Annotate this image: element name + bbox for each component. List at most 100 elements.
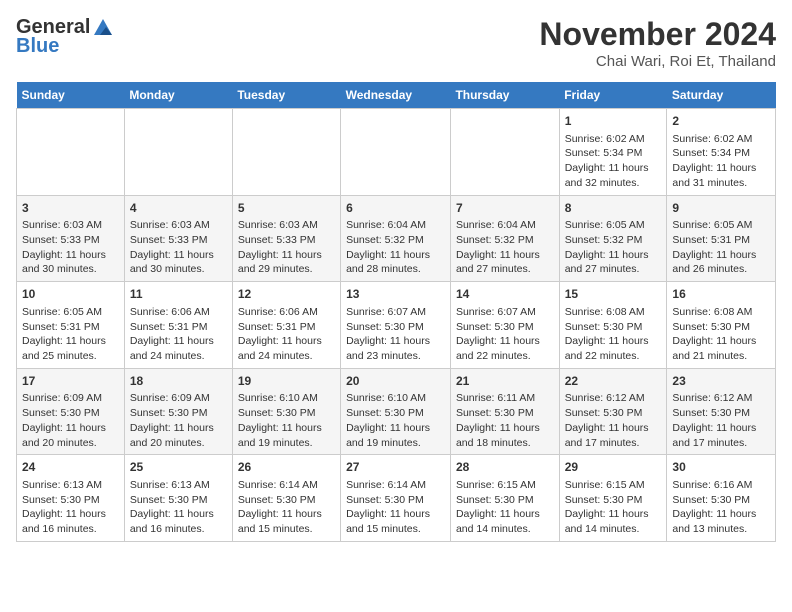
calendar-cell: 29 Sunrise: 6:15 AM Sunset: 5:30 PM Dayli… <box>559 455 667 542</box>
day-number: 30 <box>672 459 770 476</box>
calendar-body: 1 Sunrise: 6:02 AM Sunset: 5:34 PM Daylig… <box>17 109 776 542</box>
day-info: Sunrise: 6:12 AM Sunset: 5:30 PM Dayligh… <box>565 392 649 448</box>
day-info: Sunrise: 6:05 AM Sunset: 5:31 PM Dayligh… <box>22 306 106 362</box>
day-number: 17 <box>22 373 119 390</box>
day-info: Sunrise: 6:15 AM Sunset: 5:30 PM Dayligh… <box>565 479 649 535</box>
day-info: Sunrise: 6:02 AM Sunset: 5:34 PM Dayligh… <box>565 133 649 189</box>
title-block: November 2024 Chai Wari, Roi Et, Thailan… <box>539 16 776 70</box>
calendar-week-row: 24 Sunrise: 6:13 AM Sunset: 5:30 PM Dayli… <box>17 455 776 542</box>
day-info: Sunrise: 6:04 AM Sunset: 5:32 PM Dayligh… <box>346 219 430 275</box>
calendar-cell: 1 Sunrise: 6:02 AM Sunset: 5:34 PM Daylig… <box>559 109 667 196</box>
day-number: 5 <box>238 200 335 217</box>
day-info: Sunrise: 6:05 AM Sunset: 5:31 PM Dayligh… <box>672 219 756 275</box>
day-number: 27 <box>346 459 445 476</box>
calendar-header: SundayMondayTuesdayWednesdayThursdayFrid… <box>17 82 776 109</box>
calendar-cell <box>341 109 451 196</box>
calendar-week-row: 10 Sunrise: 6:05 AM Sunset: 5:31 PM Dayli… <box>17 282 776 369</box>
day-number: 24 <box>22 459 119 476</box>
day-info: Sunrise: 6:03 AM Sunset: 5:33 PM Dayligh… <box>130 219 214 275</box>
day-number: 10 <box>22 286 119 303</box>
calendar-cell: 6 Sunrise: 6:04 AM Sunset: 5:32 PM Daylig… <box>341 195 451 282</box>
day-info: Sunrise: 6:02 AM Sunset: 5:34 PM Dayligh… <box>672 133 756 189</box>
day-info: Sunrise: 6:08 AM Sunset: 5:30 PM Dayligh… <box>565 306 649 362</box>
day-number: 19 <box>238 373 335 390</box>
weekday-header: Wednesday <box>341 82 451 109</box>
calendar-cell: 21 Sunrise: 6:11 AM Sunset: 5:30 PM Dayli… <box>450 368 559 455</box>
logo-icon <box>92 17 114 39</box>
day-number: 1 <box>565 113 662 130</box>
calendar-cell: 4 Sunrise: 6:03 AM Sunset: 5:33 PM Daylig… <box>124 195 232 282</box>
day-number: 16 <box>672 286 770 303</box>
day-number: 14 <box>456 286 554 303</box>
calendar-cell <box>124 109 232 196</box>
day-info: Sunrise: 6:10 AM Sunset: 5:30 PM Dayligh… <box>346 392 430 448</box>
calendar-cell: 18Sunrise: 6:09 AM Sunset: 5:30 PM Dayli… <box>124 368 232 455</box>
day-info: Sunrise: 6:10 AM Sunset: 5:30 PM Dayligh… <box>238 392 322 448</box>
calendar-cell: 15 Sunrise: 6:08 AM Sunset: 5:30 PM Dayli… <box>559 282 667 369</box>
day-number: 21 <box>456 373 554 390</box>
day-number: 18 <box>130 373 227 390</box>
calendar-cell: 27 Sunrise: 6:14 AM Sunset: 5:30 PM Dayli… <box>341 455 451 542</box>
calendar-cell: 2 Sunrise: 6:02 AM Sunset: 5:34 PM Daylig… <box>667 109 776 196</box>
day-number: 3 <box>22 200 119 217</box>
calendar-cell: 20 Sunrise: 6:10 AM Sunset: 5:30 PM Dayli… <box>341 368 451 455</box>
day-number: 28 <box>456 459 554 476</box>
day-info: Sunrise: 6:13 AM Sunset: 5:30 PM Dayligh… <box>130 479 214 535</box>
day-info: Sunrise: 6:06 AM Sunset: 5:31 PM Dayligh… <box>238 306 322 362</box>
calendar-cell: 14 Sunrise: 6:07 AM Sunset: 5:30 PM Dayli… <box>450 282 559 369</box>
weekday-header: Thursday <box>450 82 559 109</box>
weekday-header: Sunday <box>17 82 125 109</box>
calendar-cell: 28 Sunrise: 6:15 AM Sunset: 5:30 PM Dayli… <box>450 455 559 542</box>
day-info: Sunrise: 6:04 AM Sunset: 5:32 PM Dayligh… <box>456 219 540 275</box>
page-header: General Blue November 2024 Chai Wari, Ro… <box>16 16 776 70</box>
calendar-cell: 9Sunrise: 6:05 AM Sunset: 5:31 PM Daylig… <box>667 195 776 282</box>
calendar-table: SundayMondayTuesdayWednesdayThursdayFrid… <box>16 82 776 542</box>
day-info: Sunrise: 6:11 AM Sunset: 5:30 PM Dayligh… <box>456 392 540 448</box>
day-info: Sunrise: 6:07 AM Sunset: 5:30 PM Dayligh… <box>456 306 540 362</box>
day-info: Sunrise: 6:15 AM Sunset: 5:30 PM Dayligh… <box>456 479 540 535</box>
calendar-cell: 17Sunrise: 6:09 AM Sunset: 5:30 PM Dayli… <box>17 368 125 455</box>
calendar-cell: 7Sunrise: 6:04 AM Sunset: 5:32 PM Daylig… <box>450 195 559 282</box>
calendar-cell: 25 Sunrise: 6:13 AM Sunset: 5:30 PM Dayli… <box>124 455 232 542</box>
day-info: Sunrise: 6:13 AM Sunset: 5:30 PM Dayligh… <box>22 479 106 535</box>
calendar-week-row: 3 Sunrise: 6:03 AM Sunset: 5:33 PM Daylig… <box>17 195 776 282</box>
calendar-cell: 11Sunrise: 6:06 AM Sunset: 5:31 PM Dayli… <box>124 282 232 369</box>
logo: General Blue <box>16 16 114 58</box>
day-number: 4 <box>130 200 227 217</box>
day-number: 11 <box>130 286 227 303</box>
day-number: 2 <box>672 113 770 130</box>
logo-blue-text: Blue <box>16 35 59 58</box>
weekday-header: Saturday <box>667 82 776 109</box>
day-info: Sunrise: 6:03 AM Sunset: 5:33 PM Dayligh… <box>22 219 106 275</box>
calendar-cell <box>17 109 125 196</box>
weekday-header: Tuesday <box>232 82 340 109</box>
day-number: 15 <box>565 286 662 303</box>
page-title: November 2024 <box>539 16 776 53</box>
day-number: 6 <box>346 200 445 217</box>
day-number: 20 <box>346 373 445 390</box>
day-number: 23 <box>672 373 770 390</box>
weekday-header: Monday <box>124 82 232 109</box>
day-number: 13 <box>346 286 445 303</box>
day-number: 22 <box>565 373 662 390</box>
day-info: Sunrise: 6:05 AM Sunset: 5:32 PM Dayligh… <box>565 219 649 275</box>
page-subtitle: Chai Wari, Roi Et, Thailand <box>539 53 776 70</box>
calendar-week-row: 17Sunrise: 6:09 AM Sunset: 5:30 PM Dayli… <box>17 368 776 455</box>
day-info: Sunrise: 6:14 AM Sunset: 5:30 PM Dayligh… <box>238 479 322 535</box>
day-info: Sunrise: 6:16 AM Sunset: 5:30 PM Dayligh… <box>672 479 756 535</box>
day-info: Sunrise: 6:03 AM Sunset: 5:33 PM Dayligh… <box>238 219 322 275</box>
day-number: 29 <box>565 459 662 476</box>
day-info: Sunrise: 6:12 AM Sunset: 5:30 PM Dayligh… <box>672 392 756 448</box>
day-number: 8 <box>565 200 662 217</box>
calendar-cell: 22 Sunrise: 6:12 AM Sunset: 5:30 PM Dayli… <box>559 368 667 455</box>
calendar-cell: 16 Sunrise: 6:08 AM Sunset: 5:30 PM Dayli… <box>667 282 776 369</box>
weekday-header: Friday <box>559 82 667 109</box>
calendar-cell <box>232 109 340 196</box>
day-number: 25 <box>130 459 227 476</box>
calendar-cell: 23 Sunrise: 6:12 AM Sunset: 5:30 PM Dayli… <box>667 368 776 455</box>
day-info: Sunrise: 6:08 AM Sunset: 5:30 PM Dayligh… <box>672 306 756 362</box>
day-info: Sunrise: 6:14 AM Sunset: 5:30 PM Dayligh… <box>346 479 430 535</box>
calendar-cell: 19 Sunrise: 6:10 AM Sunset: 5:30 PM Dayli… <box>232 368 340 455</box>
calendar-cell: 13Sunrise: 6:07 AM Sunset: 5:30 PM Dayli… <box>341 282 451 369</box>
calendar-cell: 5 Sunrise: 6:03 AM Sunset: 5:33 PM Daylig… <box>232 195 340 282</box>
